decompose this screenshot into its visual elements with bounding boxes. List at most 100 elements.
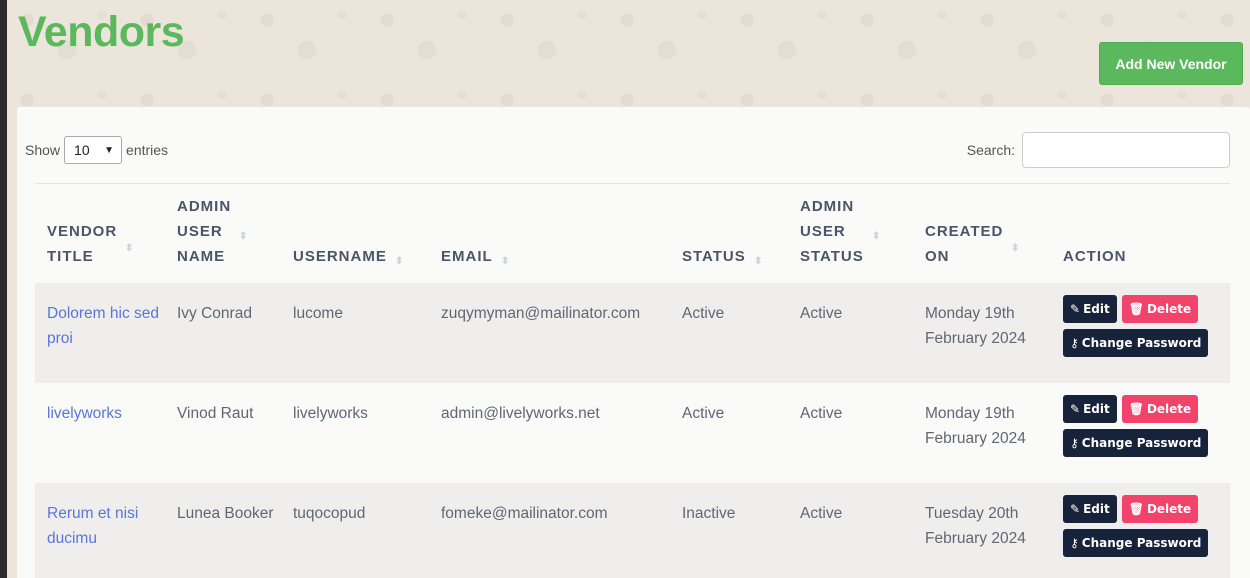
admin-user-status-text: Active xyxy=(800,305,843,322)
cell-vendor-title: Dolorem hic sed proi xyxy=(35,283,165,383)
delete-button[interactable]: 🗑 Delete xyxy=(1121,295,1199,323)
edit-icon: ✎ xyxy=(1070,501,1081,516)
column-header[interactable]: CREATED ON ⬍ xyxy=(913,186,1051,283)
column-header-label: ADMIN xyxy=(800,198,855,215)
entries-select-value: 10 xyxy=(74,142,90,158)
cell-admin-user-name: Vinod Raut xyxy=(165,383,281,483)
sort-icon[interactable]: ⬍ xyxy=(501,249,510,274)
column-header-label: TITLE xyxy=(47,248,94,265)
key-icon: ⚷ xyxy=(1070,435,1079,450)
cell-email: admin@livelyworks.net xyxy=(429,383,670,483)
cell-username: livelyworks xyxy=(281,383,429,483)
page-title: Vendors xyxy=(18,8,185,56)
header-divider xyxy=(35,183,1230,184)
cell-email: zuqymyman@mailinator.com xyxy=(429,283,670,383)
trash-icon: 🗑 xyxy=(1128,301,1144,316)
trash-icon: 🗑 xyxy=(1128,401,1144,416)
column-header: ACTION xyxy=(1051,186,1230,283)
admin-user-status-text: Active xyxy=(800,405,843,422)
add-new-vendor-button[interactable]: Add New Vendor xyxy=(1099,42,1243,85)
delete-label: Delete xyxy=(1146,401,1192,416)
cell-created-on: Monday 19th February 2024 xyxy=(913,283,1051,383)
table-row: Rerum et nisi ducimu Lunea Booker tuqocopu… xyxy=(35,483,1230,578)
vendors-table: VENDOR TITLE ⬍ ADMIN USER NAME ⬍ USERNAME ⬍ EMAIL… xyxy=(35,186,1230,578)
admin-user-name-text: Lunea Booker xyxy=(177,505,274,522)
cell-action: ✎ Edit 🗑 Delete ⚷ Change Password xyxy=(1051,483,1230,578)
column-header[interactable]: VENDOR TITLE ⬍ xyxy=(35,186,165,283)
column-header-label: USER xyxy=(800,223,846,240)
cell-email: fomeke@mailinator.com xyxy=(429,483,670,578)
email-text: fomeke@mailinator.com xyxy=(441,505,608,522)
change-password-button[interactable]: ⚷ Change Password xyxy=(1063,529,1209,557)
column-header-label: VENDOR xyxy=(47,223,118,240)
vendor-title-link[interactable]: Dolorem hic sed proi xyxy=(47,305,159,347)
column-header-label: EMAIL xyxy=(441,248,493,265)
username-text: tuqocopud xyxy=(293,505,366,522)
column-header[interactable]: STATUS ⬍ xyxy=(670,186,788,283)
cell-admin-user-name: Ivy Conrad xyxy=(165,283,281,383)
edit-button[interactable]: ✎ Edit xyxy=(1063,495,1117,523)
change-password-button[interactable]: ⚷ Change Password xyxy=(1063,429,1209,457)
email-text: admin@livelyworks.net xyxy=(441,405,600,422)
admin-user-status-text: Active xyxy=(800,505,843,522)
cell-vendor-title: livelyworks xyxy=(35,383,165,483)
status-text: Inactive xyxy=(682,505,736,522)
cell-admin-user-name: Lunea Booker xyxy=(165,483,281,578)
sort-icon[interactable]: ⬍ xyxy=(125,236,134,261)
email-text: zuqymyman@mailinator.com xyxy=(441,305,641,322)
table-header-row: VENDOR TITLE ⬍ ADMIN USER NAME ⬍ USERNAME ⬍ EMAIL… xyxy=(35,186,1230,283)
column-header-label: STATUS xyxy=(800,248,864,265)
created-on-text: Tuesday 20th February 2024 xyxy=(925,505,1026,547)
column-header-label: NAME xyxy=(177,248,226,265)
column-header[interactable]: USERNAME ⬍ xyxy=(281,186,429,283)
cell-admin-user-status: Active xyxy=(788,483,913,578)
created-on-text: Monday 19th February 2024 xyxy=(925,405,1026,447)
edit-label: Edit xyxy=(1083,301,1110,316)
table-row: Dolorem hic sed proi Ivy Conrad lucome zuqy… xyxy=(35,283,1230,383)
vendor-title-link[interactable]: livelyworks xyxy=(47,405,122,422)
sort-icon[interactable]: ⬍ xyxy=(239,224,248,249)
sort-icon[interactable]: ⬍ xyxy=(872,224,881,249)
show-label: Show xyxy=(25,142,61,158)
cell-username: lucome xyxy=(281,283,429,383)
entries-label: entries xyxy=(126,142,169,158)
admin-user-name-text: Vinod Raut xyxy=(177,405,254,422)
vendor-title-link[interactable]: Rerum et nisi ducimu xyxy=(47,505,138,547)
status-text: Active xyxy=(682,405,725,422)
username-text: livelyworks xyxy=(293,405,368,422)
column-header[interactable]: ADMIN USER STATUS ⬍ xyxy=(788,186,913,283)
column-header-label: USER xyxy=(177,223,223,240)
column-header[interactable]: ADMIN USER NAME ⬍ xyxy=(165,186,281,283)
delete-button[interactable]: 🗑 Delete xyxy=(1121,395,1199,423)
column-header-label: STATUS xyxy=(682,248,746,265)
cell-status: Inactive xyxy=(670,483,788,578)
cell-status: Active xyxy=(670,283,788,383)
search-label: Search: xyxy=(966,142,1015,158)
trash-icon: 🗑 xyxy=(1128,501,1144,516)
edit-label: Edit xyxy=(1083,501,1110,516)
username-text: lucome xyxy=(293,305,343,322)
sort-icon[interactable]: ⬍ xyxy=(754,249,763,274)
change-password-label: Change Password xyxy=(1081,335,1202,350)
cell-admin-user-status: Active xyxy=(788,283,913,383)
edit-button[interactable]: ✎ Edit xyxy=(1063,395,1117,423)
sort-icon[interactable]: ⬍ xyxy=(1011,236,1020,261)
admin-user-name-text: Ivy Conrad xyxy=(177,305,252,322)
column-header[interactable]: EMAIL ⬍ xyxy=(429,186,670,283)
column-header-label: ON xyxy=(925,248,950,265)
column-header-label: USERNAME xyxy=(293,248,387,265)
cell-status: Active xyxy=(670,383,788,483)
change-password-button[interactable]: ⚷ Change Password xyxy=(1063,329,1209,357)
cell-action: ✎ Edit 🗑 Delete ⚷ Change Password xyxy=(1051,383,1230,483)
delete-button[interactable]: 🗑 Delete xyxy=(1121,495,1199,523)
entries-select[interactable]: 10 ▼ xyxy=(64,136,123,164)
table-controls: Show 10 ▼ entries Search: xyxy=(25,132,1230,168)
edit-button[interactable]: ✎ Edit xyxy=(1063,295,1117,323)
search-input[interactable] xyxy=(1022,132,1230,168)
table-row: livelyworks Vinod Raut livelyworks admin@li… xyxy=(35,383,1230,483)
created-on-text: Monday 19th February 2024 xyxy=(925,305,1026,347)
sort-icon[interactable]: ⬍ xyxy=(395,249,404,274)
edit-icon: ✎ xyxy=(1070,401,1081,416)
delete-label: Delete xyxy=(1146,501,1192,516)
column-header-label: ACTION xyxy=(1063,248,1127,265)
